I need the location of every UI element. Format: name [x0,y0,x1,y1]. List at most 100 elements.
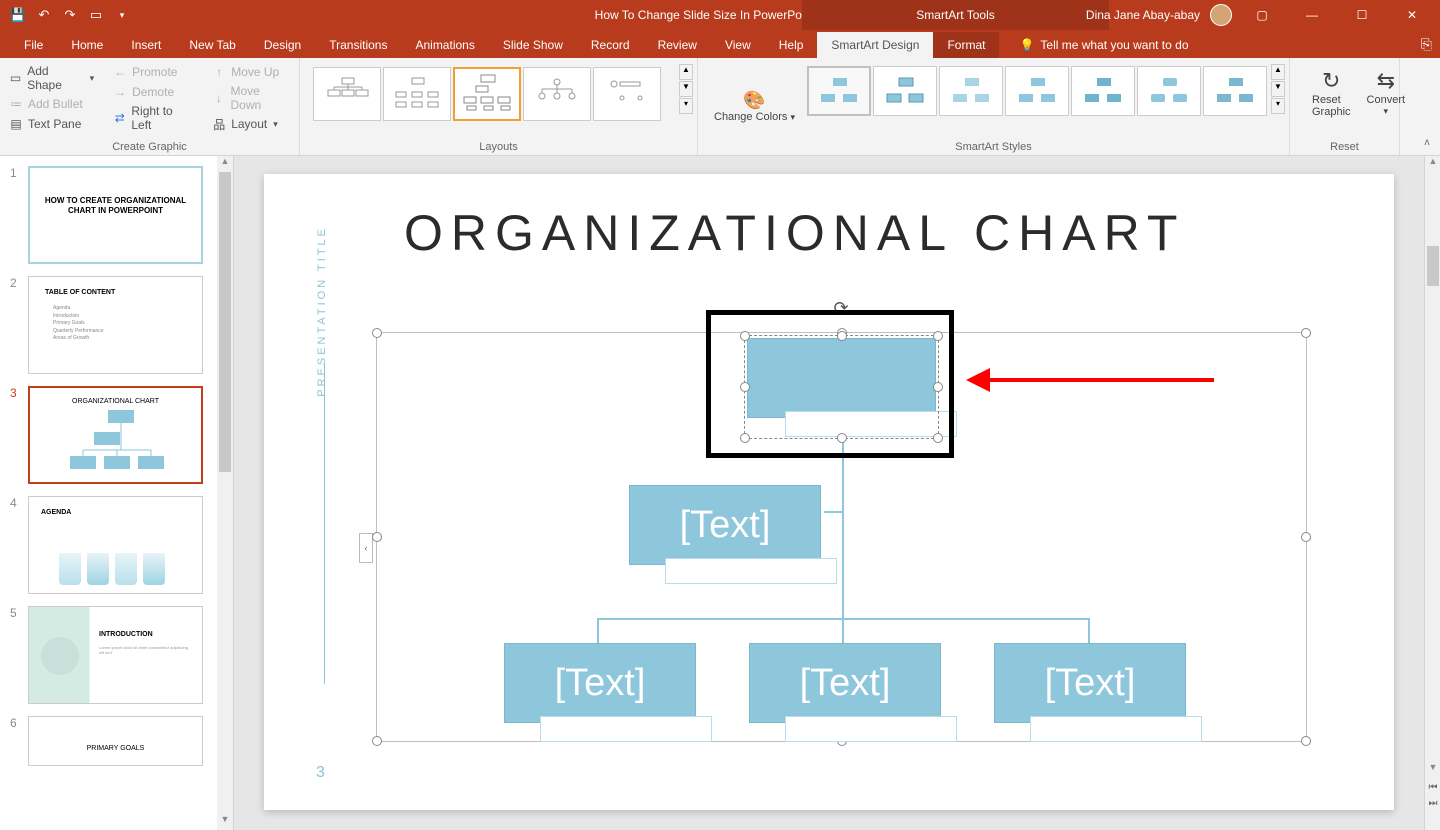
tab-file[interactable]: File [10,32,57,58]
styles-scroll-up[interactable]: ▲ [1271,64,1285,80]
titlebar: 💾 ↶ ↷ ▭ ▾ How To Change Slide Size In Po… [0,0,1440,30]
slide-area[interactable]: PRESENTATION TITLE 3 ORGANIZATIONAL CHAR… [234,156,1424,830]
previous-slide-button[interactable]: ⏮ [1425,782,1440,798]
ribbon: ▭Add Shape ▾ ≔Add Bullet ▤Text Pane ←Pro… [0,58,1440,156]
next-slide-button[interactable]: ⏭ [1425,798,1440,814]
redo-button[interactable]: ↷ [58,3,82,27]
style-option-4[interactable] [1005,66,1069,116]
slide-heading[interactable]: ORGANIZATIONAL CHART [404,204,1185,262]
maximize-button[interactable]: ☐ [1342,0,1382,30]
tab-insert[interactable]: Insert [117,32,175,58]
user-name: Dina Jane Abay-abay [1086,8,1200,22]
layout-option-1[interactable] [313,67,381,121]
resize-handle[interactable] [1301,328,1311,338]
layout-option-5[interactable] [593,67,661,121]
minimize-button[interactable]: — [1292,0,1332,30]
right-to-left-button[interactable]: ⇄Right to Left [112,102,193,134]
promote-button: ←Promote [112,62,193,82]
org-label-mid[interactable] [665,558,837,584]
resize-handle[interactable] [1301,532,1311,542]
text-pane-toggle[interactable]: ‹ [359,533,373,563]
reset-label: Reset [1290,141,1399,153]
ribbon-tabbar: File Home Insert New Tab Design Transiti… [0,30,1440,58]
layouts-label: Layouts [300,141,697,153]
style-option-2[interactable] [873,66,937,116]
workspace: 1 HOW TO CREATE ORGANIZATIONAL CHART IN … [0,156,1440,830]
org-label-b1[interactable] [540,716,712,742]
style-option-6[interactable] [1137,66,1201,116]
style-option-3[interactable] [939,66,1003,116]
move-down-button: ↓Move Down [211,82,291,114]
tab-help[interactable]: Help [765,32,818,58]
tab-format[interactable]: Format [933,32,999,58]
org-box-b1[interactable]: [Text] [504,643,696,723]
qat-more-button[interactable]: ▾ [110,3,134,27]
create-graphic-label: Create Graphic [0,141,299,153]
layout-option-3[interactable] [453,67,521,121]
add-bullet-button: ≔Add Bullet [8,94,94,114]
resize-handle[interactable] [372,328,382,338]
resize-handle[interactable] [372,736,382,746]
org-box-b3[interactable]: [Text] [994,643,1186,723]
thumbnail-5[interactable]: 5 INTRODUCTION Lorem ipsum dolor sit ame… [0,600,233,710]
avatar[interactable] [1210,4,1232,26]
convert-button[interactable]: ⇆ Convert ▾ [1361,66,1412,119]
layout-option-4[interactable] [523,67,591,121]
tab-smartart-design[interactable]: SmartArt Design [817,32,933,58]
collapse-ribbon-button[interactable]: ʌ [1418,133,1436,151]
annotation-black-box [706,310,954,458]
layouts-scroll-down[interactable]: ▼ [679,81,693,97]
tab-animations[interactable]: Animations [401,32,488,58]
group-smartart-styles: 🎨 Change Colors ▾ ▲ ▼ ▾ SmartArt Styles [698,58,1290,155]
ribbon-display-button[interactable]: ▢ [1242,0,1282,30]
resize-handle[interactable] [372,532,382,542]
style-option-5[interactable] [1071,66,1135,116]
layouts-scroll-up[interactable]: ▲ [679,64,693,80]
start-from-beginning-button[interactable]: ▭ [84,3,108,27]
slide-canvas[interactable]: PRESENTATION TITLE 3 ORGANIZATIONAL CHAR… [264,174,1394,810]
reset-graphic-button[interactable]: ↻ Reset Graphic [1306,66,1357,120]
layout-button[interactable]: 品Layout ▾ [211,114,291,134]
save-button[interactable]: 💾 [6,3,30,27]
layout-option-2[interactable] [383,67,451,121]
styles-more[interactable]: ▾ [1271,98,1285,114]
tab-record[interactable]: Record [577,32,644,58]
slide-page-number: 3 [316,764,325,782]
tab-slideshow[interactable]: Slide Show [489,32,577,58]
change-colors-button[interactable]: 🎨 Change Colors ▾ [706,62,803,151]
tab-newtab[interactable]: New Tab [175,32,249,58]
tab-transitions[interactable]: Transitions [315,32,401,58]
convert-icon: ⇆ [1377,68,1395,94]
tab-design[interactable]: Design [250,32,315,58]
close-button[interactable]: ✕ [1392,0,1432,30]
text-pane-button[interactable]: ▤Text Pane [8,114,94,134]
thumbnail-panel[interactable]: 1 HOW TO CREATE ORGANIZATIONAL CHART IN … [0,156,234,830]
styles-scroll-down[interactable]: ▼ [1271,81,1285,97]
tell-me[interactable]: 💡 Tell me what you want to do [1009,32,1198,58]
thumbnail-4[interactable]: 4 AGENDA [0,490,233,600]
thumbnail-6[interactable]: 6 PRIMARY GOALS [0,710,233,772]
lightbulb-icon: 💡 [1019,38,1034,52]
style-option-1[interactable] [807,66,871,116]
tab-review[interactable]: Review [644,32,711,58]
vertical-scrollbar[interactable]: ▲ ▼ ⏮ ⏭ [1424,156,1440,830]
quick-access-toolbar: 💾 ↶ ↷ ▭ ▾ [0,3,134,27]
org-box-b2[interactable]: [Text] [749,643,941,723]
tab-view[interactable]: View [711,32,765,58]
thumbnail-1[interactable]: 1 HOW TO CREATE ORGANIZATIONAL CHART IN … [0,160,233,270]
org-box-mid[interactable]: [Text] [629,485,821,565]
resize-handle[interactable] [1301,736,1311,746]
styles-label: SmartArt Styles [698,141,1289,153]
add-shape-button[interactable]: ▭Add Shape ▾ [8,62,94,94]
layouts-more[interactable]: ▾ [679,98,693,114]
annotation-red-arrow [964,364,1224,404]
thumbnail-scrollbar[interactable]: ▲ ▼ [217,156,233,830]
org-label-b3[interactable] [1030,716,1202,742]
thumbnail-3[interactable]: 3 ORGANIZATIONAL CHART [0,380,233,490]
org-label-b2[interactable] [785,716,957,742]
tab-home[interactable]: Home [57,32,117,58]
style-option-7[interactable] [1203,66,1267,116]
thumbnail-2[interactable]: 2 TABLE OF CONTENT Agenda Introduction P… [0,270,233,380]
undo-button[interactable]: ↶ [32,3,56,27]
share-button[interactable]: ⎘ [1421,36,1432,53]
